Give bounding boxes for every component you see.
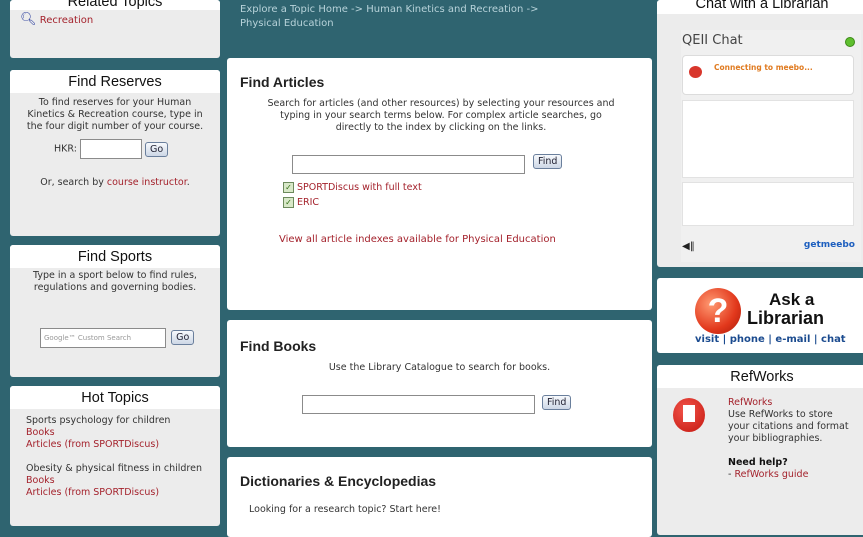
dictionaries-title: Dictionaries & Encyclopedias — [240, 473, 437, 489]
articles-find-button[interactable]: Find — [533, 154, 563, 169]
sports-go-button[interactable]: Go — [171, 330, 195, 345]
find-books-panel: Find Books Use the Library Catalogue to … — [227, 320, 652, 447]
connecting-status: Connecting to meebo... — [714, 63, 813, 72]
meebo-text: meebo — [820, 240, 855, 250]
status-online-icon — [845, 37, 855, 47]
hot-topic-2-title: Obesity & physical fitness in children — [26, 463, 202, 474]
eric-checkbox[interactable]: ✓ — [283, 197, 294, 208]
chat-panel: Chat with a Librarian QEII Chat Connecti… — [657, 0, 863, 267]
course-instructor-link[interactable]: course instructor — [107, 177, 187, 188]
find-reserves-panel: Find Reserves To find reserves for your … — [10, 70, 220, 236]
books-search-input[interactable] — [302, 395, 535, 414]
status-box: Connecting to meebo... — [682, 55, 854, 95]
chat-title: Chat with a Librarian — [657, 0, 863, 14]
widget-title: QEII Chat — [682, 33, 743, 48]
separator: | — [722, 334, 727, 345]
hkr-prefix: HKR — [54, 143, 74, 155]
dictionaries-panel: Dictionaries & Encyclopedias Looking for… — [227, 457, 652, 537]
separator: | — [813, 334, 818, 345]
meebo-bubble-icon — [689, 66, 702, 78]
view-all-indexes-link[interactable]: View all article indexes available for P… — [279, 234, 556, 245]
chat-link[interactable]: chat — [821, 334, 846, 345]
search-icon: 🔍︎ — [20, 12, 37, 27]
refworks-link[interactable]: RefWorks — [728, 397, 772, 408]
phone-link[interactable]: phone — [730, 334, 765, 345]
refworks-guide-link[interactable]: RefWorks guide — [734, 469, 808, 480]
hot-topics-panel: Hot Topics Sports psychology for childre… — [10, 386, 220, 526]
ask-line-2: Librarian — [747, 308, 825, 328]
chat-message-input[interactable] — [682, 182, 854, 226]
refworks-title: RefWorks — [657, 365, 863, 388]
eric-link[interactable]: ERIC — [297, 197, 319, 208]
period: . — [186, 177, 190, 188]
books-description: Use the Library Catalogue to search for … — [328, 362, 551, 373]
refworks-panel: RefWorks RefWorks Use RefWorks to store … — [657, 365, 863, 535]
refworks-logo-icon — [673, 398, 705, 432]
hot-topic-1-title: Sports psychology for children — [26, 415, 171, 426]
separator: | — [768, 334, 772, 345]
meebo-widget: QEII Chat Connecting to meebo... ◀‖ getm… — [681, 30, 861, 262]
find-sports-title: Find Sports — [10, 245, 220, 268]
find-sports-panel: Find Sports Type in a sport below to fin… — [10, 245, 220, 377]
question-mark-icon: ? — [695, 288, 741, 334]
dictionaries-description: Looking for a research topic? Start here… — [249, 504, 441, 515]
sportdiscus-link[interactable]: SPORTDiscus with full text — [297, 182, 422, 193]
related-topics-panel: Related Topics 🔍︎ Recreation — [10, 0, 220, 58]
sports-description: Type in a sport below to find rules, reg… — [33, 270, 197, 293]
hot-topic-1-articles-link[interactable]: Articles (from SPORTDiscus) — [26, 439, 159, 450]
get-meebo-brand[interactable]: getmeebo — [804, 240, 855, 250]
chat-messages-area[interactable] — [682, 100, 854, 178]
find-reserves-title: Find Reserves — [10, 70, 220, 93]
reserves-go-button[interactable]: Go — [144, 141, 169, 157]
hot-topic-2-books-link[interactable]: Books — [26, 475, 55, 486]
ask-text: Ask a Librarian — [741, 290, 824, 328]
reserves-description: To find reserves for your Human Kinetics… — [26, 97, 204, 132]
ask-librarian-panel[interactable]: ? Ask a Librarian visit | phone | e-mail… — [657, 278, 863, 353]
get-text: get — [803, 240, 821, 250]
ask-line-1: Ask a — [769, 290, 815, 309]
find-articles-panel: Find Articles Search for articles (and o… — [227, 58, 652, 310]
email-link[interactable]: e-mail — [775, 334, 810, 345]
course-number-input[interactable] — [79, 139, 142, 159]
google-search-input[interactable]: Google™ Custom Search — [40, 327, 166, 348]
books-find-button[interactable]: Find — [542, 395, 572, 410]
speaker-icon[interactable]: ◀‖ — [682, 241, 695, 252]
refworks-description: Use RefWorks to store your citations and… — [728, 409, 849, 444]
breadcrumb-line-1[interactable]: Explore a Topic Home -> Human Kinetics a… — [240, 3, 539, 17]
articles-description: Search for articles (and other resources… — [267, 98, 615, 133]
breadcrumb-current: Physical Education — [240, 18, 334, 29]
need-help-label: Need help? — [728, 457, 788, 468]
hot-topic-1-books-link[interactable]: Books — [26, 427, 55, 438]
sportdiscus-checkbox[interactable]: ✓ — [283, 182, 294, 193]
recreation-link[interactable]: Recreation — [40, 15, 93, 26]
search-by-text: Or, search by — [40, 177, 107, 188]
find-books-title: Find Books — [240, 338, 317, 354]
hot-topics-title: Hot Topics — [10, 386, 220, 409]
breadcrumb: Explore a Topic Home -> Human Kinetics a… — [240, 3, 539, 31]
related-topics-title: Related Topics — [10, 0, 220, 10]
visit-link[interactable]: visit — [695, 334, 719, 345]
find-articles-title: Find Articles — [240, 74, 325, 90]
hot-topic-2-articles-link[interactable]: Articles (from SPORTDiscus) — [26, 487, 159, 498]
articles-search-input[interactable] — [292, 155, 525, 174]
